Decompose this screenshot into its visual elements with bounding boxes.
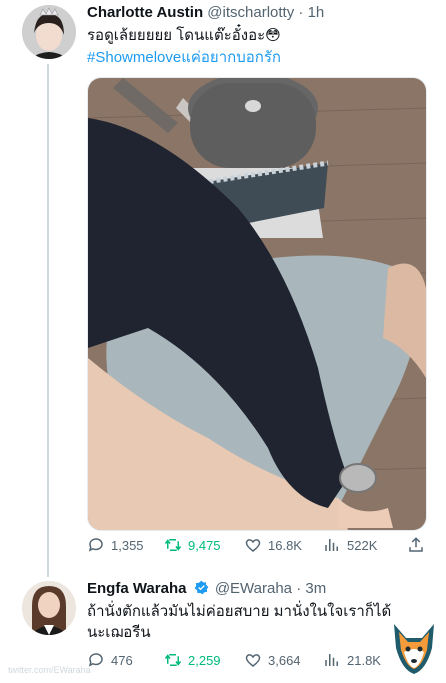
- author-handle[interactable]: @itscharlotty: [207, 4, 294, 21]
- views-count: 21.8K: [347, 652, 381, 668]
- avatar-engfa[interactable]: [22, 581, 76, 635]
- share-button[interactable]: [407, 536, 425, 554]
- thread-connector-line: [47, 64, 49, 577]
- views-button[interactable]: 21.8K: [323, 651, 381, 669]
- tweet-photo[interactable]: [87, 77, 427, 531]
- tweet-text-line: นะเฌอรีน: [87, 624, 151, 641]
- verified-badge-icon: [194, 580, 209, 595]
- views-count: 522K: [347, 537, 378, 553]
- retweet-icon: [164, 654, 182, 666]
- reply-button[interactable]: 1,355: [87, 536, 144, 554]
- tweet-text-line: รอดูเล้ยยยยย โดนแต๊ะอั๋งอะ😳: [87, 27, 281, 44]
- tweet-text: ถ้านั่งตักแล้วมันไม่ค่อยสบาย มานั่งในใจเ…: [87, 601, 427, 643]
- author-handle[interactable]: @EWaraha: [215, 580, 292, 597]
- like-count: 16.8K: [268, 537, 302, 553]
- author-name[interactable]: Charlotte Austin: [87, 4, 203, 21]
- reply-count: 1,355: [111, 537, 144, 553]
- reply-icon: [88, 538, 103, 552]
- views-icon: [325, 539, 338, 551]
- retweet-icon: [164, 539, 182, 551]
- tweet-text: รอดูเล้ยยยยย โดนแต๊ะอั๋งอะ😳 #Showmeloveแ…: [87, 25, 427, 69]
- like-icon: [245, 539, 261, 552]
- separator-dot: ·: [298, 4, 304, 21]
- share-icon: [409, 537, 423, 552]
- fox-logo-icon: [386, 618, 442, 678]
- like-button[interactable]: 16.8K: [244, 536, 302, 554]
- reply-button[interactable]: 476: [87, 651, 133, 669]
- like-count: 3,664: [268, 652, 301, 668]
- like-button[interactable]: 3,664: [244, 651, 301, 669]
- author-name[interactable]: Engfa Waraha: [87, 580, 186, 597]
- reply-count: 476: [111, 652, 133, 668]
- tweet-timestamp[interactable]: 3m: [305, 580, 326, 597]
- tweet-actions: 1,355 9,475 16.8K 522K: [87, 536, 427, 556]
- retweet-count: 9,475: [188, 537, 221, 553]
- watermark: twitter.com/EWaraha: [8, 665, 91, 675]
- separator-dot: ·: [296, 580, 302, 597]
- tweet-header: Charlotte Austin @itscharlotty · 1h: [87, 4, 324, 21]
- tweet-header: Engfa Waraha @EWaraha · 3m: [87, 580, 326, 597]
- hashtag-link[interactable]: #Showmeloveแค่อยากบอกรัก: [87, 47, 427, 69]
- views-button[interactable]: 522K: [323, 536, 377, 554]
- views-icon: [325, 654, 338, 666]
- retweet-button[interactable]: 9,475: [164, 536, 221, 554]
- retweet-button[interactable]: 2,259: [164, 651, 221, 669]
- avatar-charlotte[interactable]: [22, 5, 76, 59]
- tweet-timestamp[interactable]: 1h: [308, 4, 325, 21]
- retweet-count: 2,259: [188, 652, 221, 668]
- tweet-actions: 476 2,259 3,664 21.8K: [87, 651, 427, 671]
- tweet-text-line: ถ้านั่งตักแล้วมันไม่ค่อยสบาย มานั่งในใจเ…: [87, 603, 392, 620]
- like-icon: [245, 654, 261, 667]
